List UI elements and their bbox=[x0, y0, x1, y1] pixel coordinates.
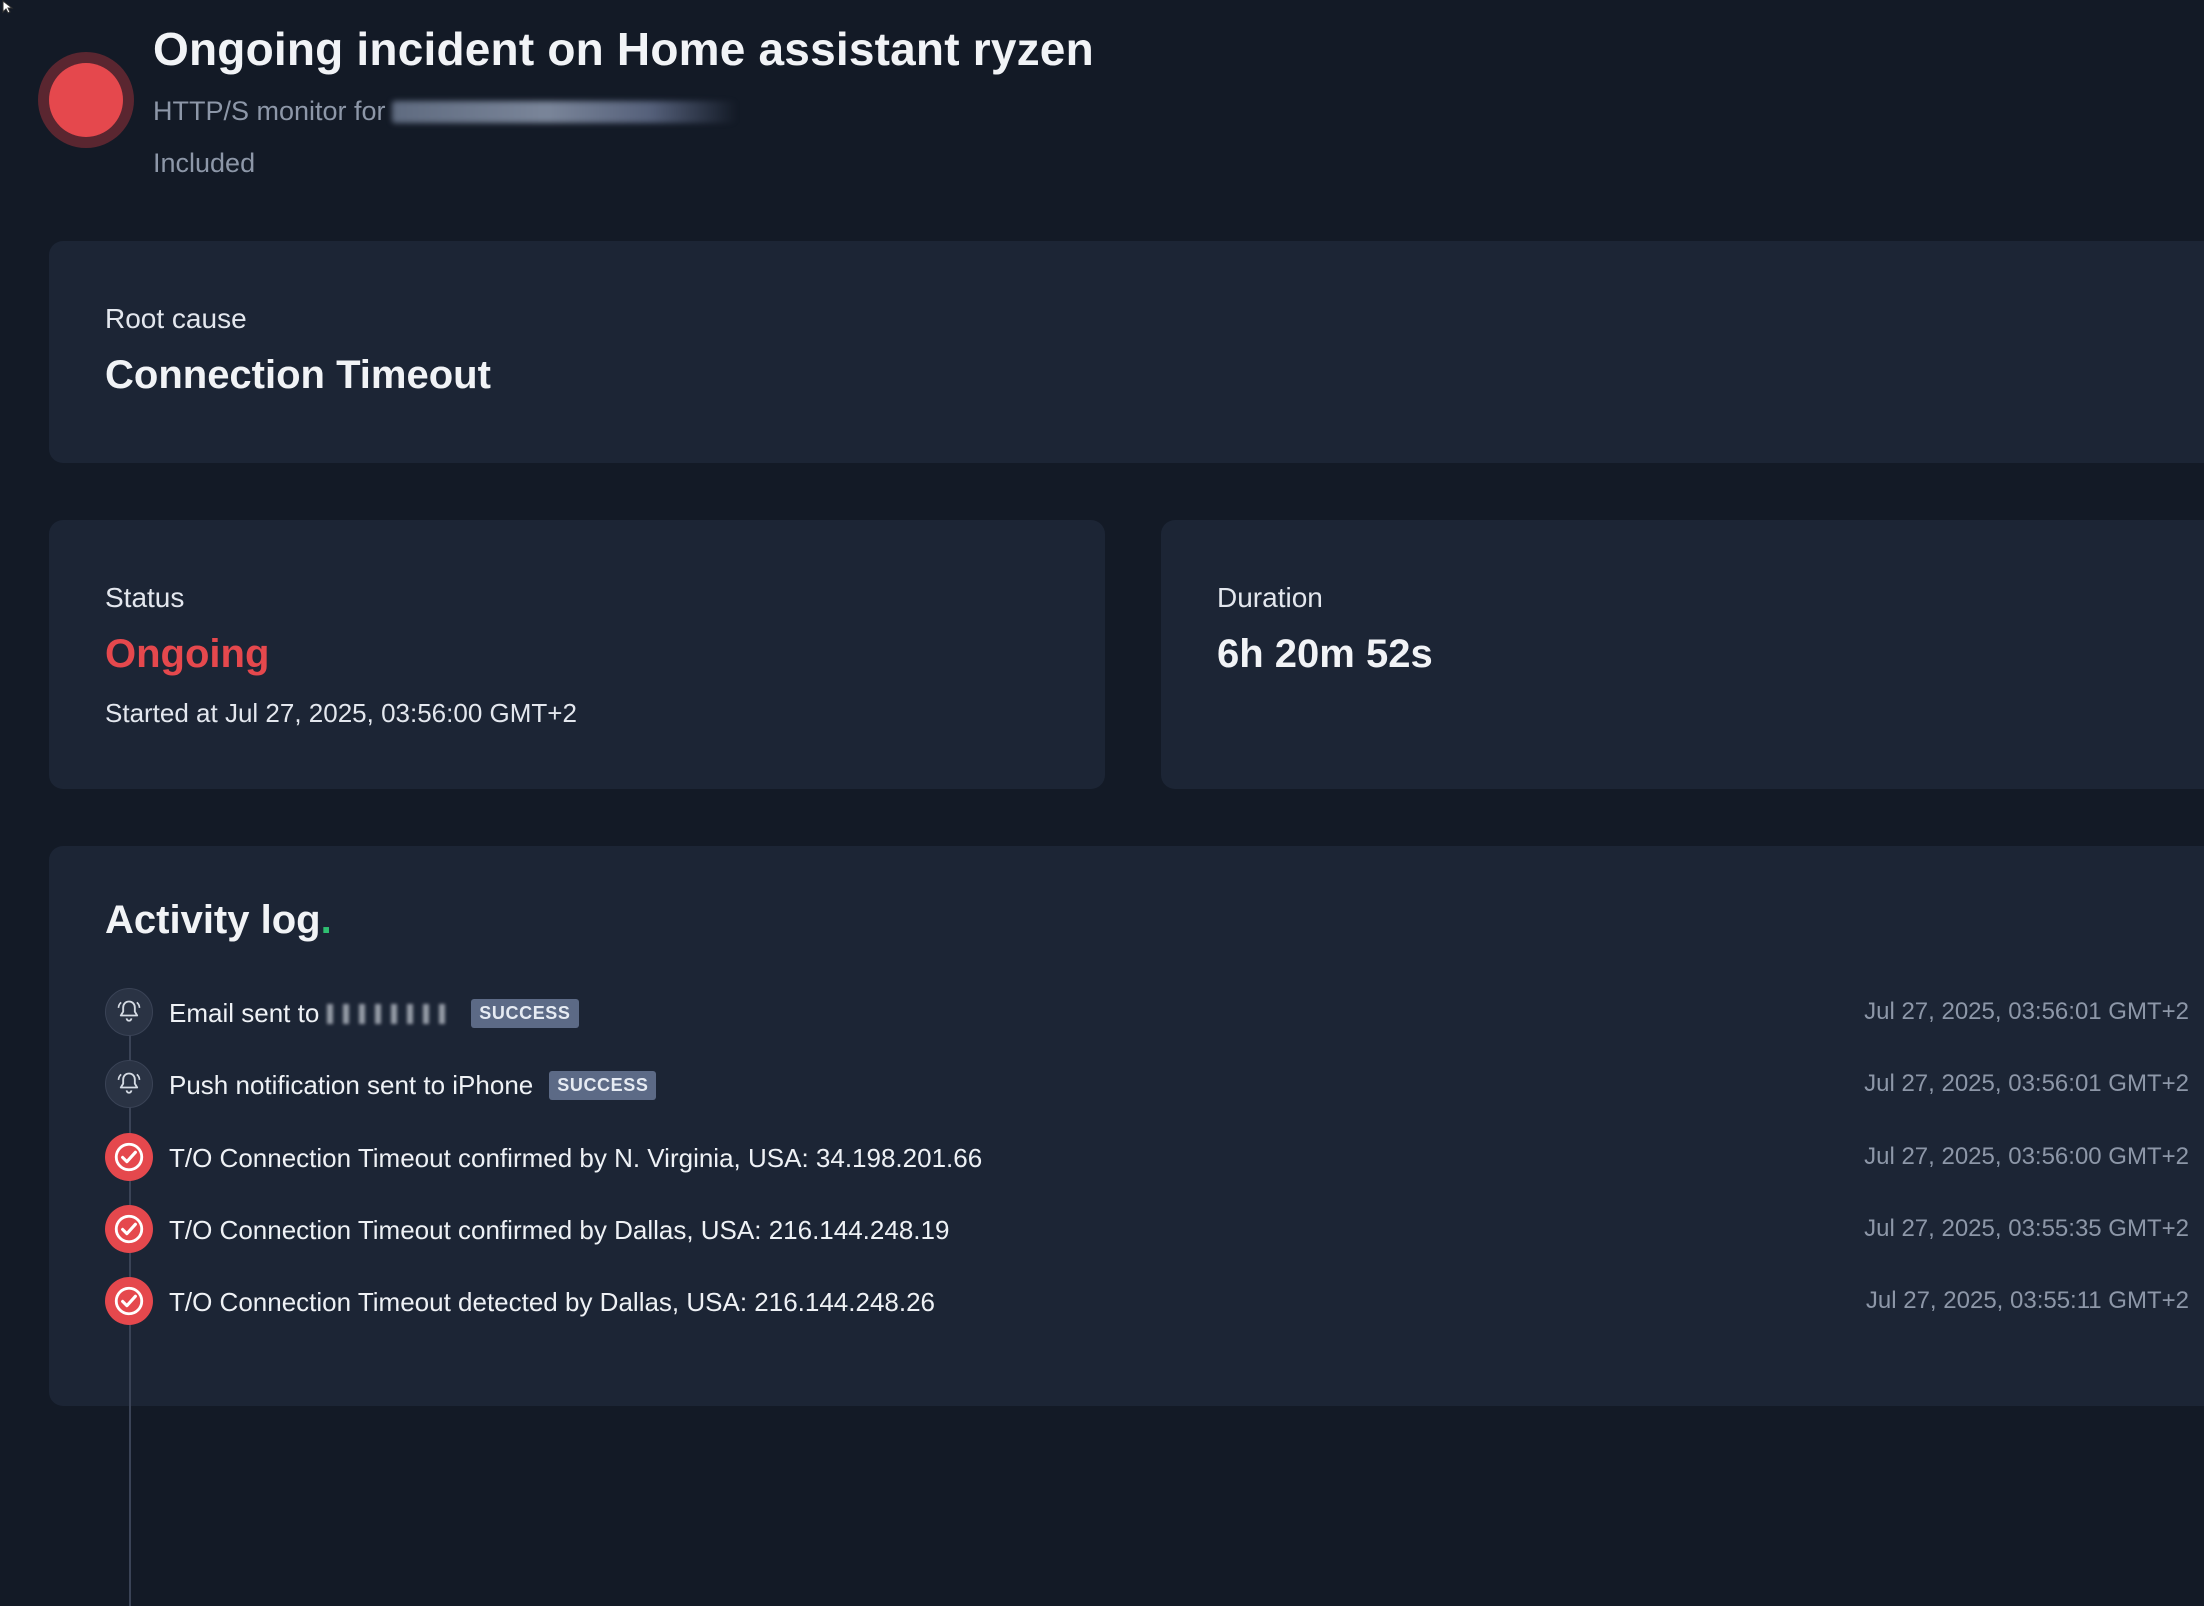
log-item-text: Email sent to bbox=[169, 998, 320, 1028]
red-status-dot-icon bbox=[49, 63, 123, 137]
activity-log-title: Activity log. bbox=[105, 898, 332, 942]
duration-value: 6h 20m 52s bbox=[1217, 632, 1433, 676]
duration-card: Duration 6h 20m 52s bbox=[1161, 520, 2204, 789]
log-item-text: T/O Connection Timeout confirmed by Dall… bbox=[169, 1215, 950, 1245]
root-cause-label: Root cause bbox=[105, 303, 247, 334]
redacted-url bbox=[391, 100, 737, 123]
included-label: Included bbox=[153, 148, 256, 178]
mouse-cursor-icon bbox=[2, 0, 14, 14]
status-value: Ongoing bbox=[105, 632, 270, 676]
check-circle-icon bbox=[105, 1133, 153, 1181]
check-circle-icon bbox=[105, 1277, 153, 1325]
status-label: Status bbox=[105, 582, 185, 613]
root-cause-card: Root cause Connection Timeout bbox=[49, 241, 2204, 463]
redacted-recipient bbox=[327, 1003, 456, 1024]
bell-icon bbox=[105, 1060, 153, 1108]
activity-log-card: Activity log. Email sent to SUCCESS Jul … bbox=[49, 846, 2204, 1606]
started-at: Started at Jul 27, 2025, 03:56:00 GMT+2 bbox=[105, 698, 577, 728]
log-item-time: Jul 27, 2025, 03:55:35 GMT+2 bbox=[1864, 1215, 2189, 1242]
activity-log-item: Email sent to SUCCESS Jul 27, 2025, 03:5… bbox=[105, 988, 2189, 1038]
page-title: Ongoing incident on Home assistant ryzen bbox=[153, 23, 1094, 75]
log-item-time: Jul 27, 2025, 03:56:01 GMT+2 bbox=[1864, 998, 2189, 1025]
monitor-subtitle: HTTP/S monitor for bbox=[153, 96, 737, 127]
activity-log-item: T/O Connection Timeout confirmed by N. V… bbox=[105, 1133, 2189, 1183]
log-item-time: Jul 27, 2025, 03:56:01 GMT+2 bbox=[1864, 1070, 2189, 1097]
log-item-text: T/O Connection Timeout detected by Dalla… bbox=[169, 1287, 936, 1317]
activity-log-item: Push notification sent to iPhone SUCCESS… bbox=[105, 1060, 2189, 1110]
log-item-time: Jul 27, 2025, 03:55:11 GMT+2 bbox=[1865, 1287, 2189, 1314]
log-item-text: Push notification sent to iPhone bbox=[169, 1070, 534, 1100]
subtitle-prefix: HTTP/S monitor for bbox=[153, 96, 386, 126]
success-badge: SUCCESS bbox=[471, 999, 579, 1028]
bell-icon bbox=[105, 988, 153, 1036]
status-card: Status Ongoing Started at Jul 27, 2025, … bbox=[49, 520, 1105, 789]
duration-label: Duration bbox=[1217, 582, 1323, 613]
activity-log-item: T/O Connection Timeout confirmed by Dall… bbox=[105, 1205, 2189, 1255]
success-badge: SUCCESS bbox=[549, 1071, 657, 1100]
root-cause-value: Connection Timeout bbox=[105, 353, 491, 397]
activity-log-item: T/O Connection Timeout detected by Dalla… bbox=[105, 1277, 2189, 1327]
log-item-text: T/O Connection Timeout confirmed by N. V… bbox=[169, 1143, 983, 1173]
check-circle-icon bbox=[105, 1205, 153, 1253]
log-item-time: Jul 27, 2025, 03:56:00 GMT+2 bbox=[1864, 1143, 2189, 1170]
